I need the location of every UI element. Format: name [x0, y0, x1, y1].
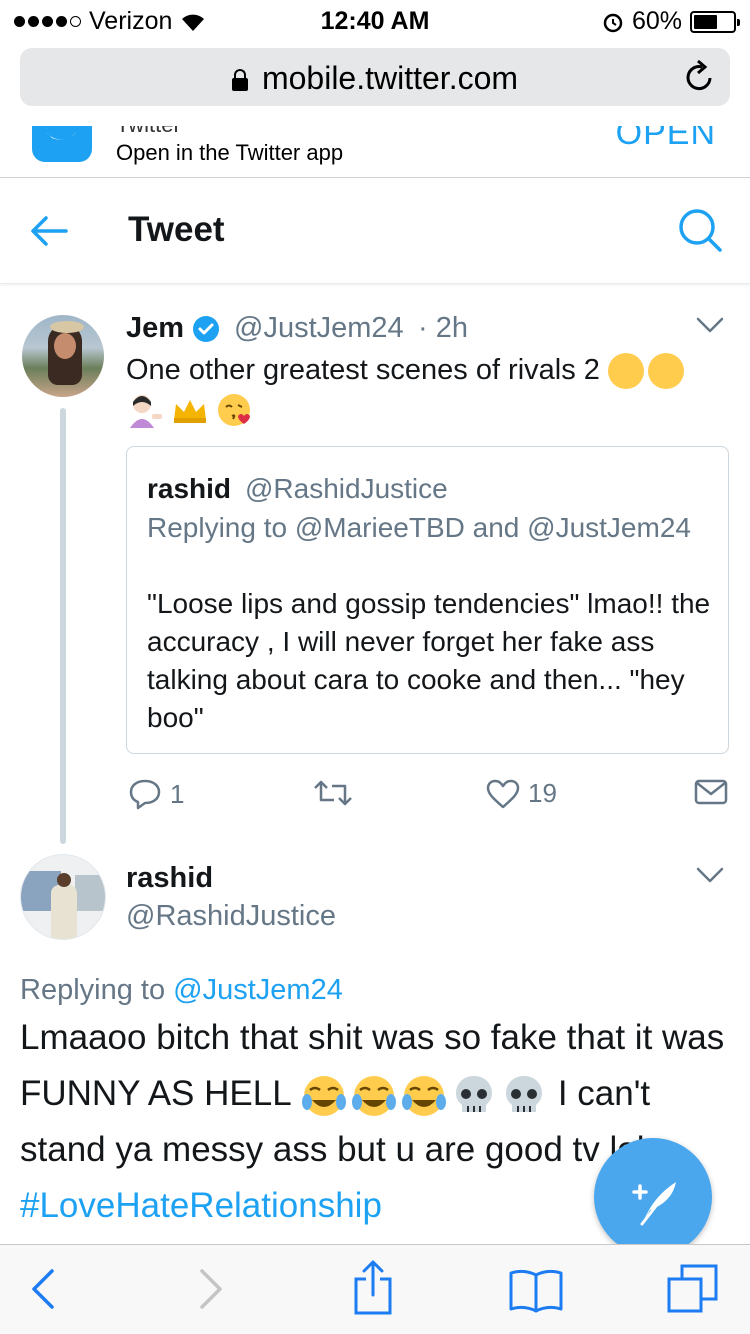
url-text: mobile.twitter.com: [261, 60, 519, 96]
like-count: 19: [528, 778, 557, 808]
verified-icon: [193, 316, 219, 342]
skull-emoji: [456, 1075, 493, 1112]
reload-icon[interactable]: [684, 60, 716, 94]
tweet-author-name[interactable]: Jem: [126, 312, 184, 345]
tabs-icon[interactable]: [666, 1263, 720, 1313]
kissing-heart-emoji: [218, 394, 250, 426]
woman-tipping-hand-emoji: [130, 395, 162, 428]
tweet-text-content: One other greatest scenes of rivals 2: [126, 354, 600, 386]
browser-toolbar: [0, 1244, 750, 1334]
safari-back-icon[interactable]: [28, 1267, 58, 1311]
compose-tweet-button[interactable]: [594, 1138, 712, 1256]
hashtag-link[interactable]: #LoveHateRelationship: [20, 1186, 382, 1225]
direct-message-button[interactable]: [694, 778, 728, 806]
emoji-row: [126, 392, 254, 428]
tears-of-joy-emoji: [402, 1075, 447, 1116]
bookmarks-icon[interactable]: [508, 1267, 564, 1313]
page-header: Tweet: [0, 180, 750, 284]
page-title: Tweet: [128, 210, 225, 249]
quoted-author-name: rashid: [147, 473, 232, 504]
replying-to-label: Replying to: [20, 974, 166, 1006]
quoted-author-handle: @RashidJustice: [245, 473, 448, 504]
share-icon[interactable]: [352, 1259, 394, 1315]
search-icon[interactable]: [676, 206, 724, 254]
tweet-actions: 1 19: [126, 778, 730, 818]
replying-to: Replying to @JustJem24: [20, 974, 343, 1007]
reply-icon: [129, 779, 161, 810]
avatar[interactable]: [20, 854, 106, 940]
battery-icon: [690, 10, 740, 33]
back-arrow-icon[interactable]: [28, 210, 70, 252]
url-display[interactable]: mobile.twitter.com: [20, 60, 730, 97]
chevron-down-icon[interactable]: [696, 866, 724, 884]
replying-to-handle[interactable]: @JustJem24: [173, 974, 343, 1006]
app-name: Twitter: [116, 126, 181, 138]
twitter-app-icon: [32, 126, 92, 162]
status-bar: Verizon 12:40 AM 60%: [0, 0, 750, 40]
tears-of-joy-emoji: [302, 1075, 347, 1116]
app-banner[interactable]: Twitter Open in the Twitter app OPEN: [0, 126, 750, 178]
avatar[interactable]: [22, 315, 104, 397]
alarm-icon: [603, 13, 623, 32]
reply-count: 1: [170, 778, 185, 809]
reply-button[interactable]: 1: [128, 778, 184, 810]
battery-area: 60%: [602, 7, 740, 36]
retweet-button[interactable]: [312, 778, 354, 808]
retweet-icon: [314, 780, 352, 806]
emoji-group: [300, 1072, 548, 1120]
safari-forward-icon[interactable]: [196, 1267, 226, 1311]
message-icon: [694, 779, 728, 805]
tweet-author-name[interactable]: rashid: [126, 862, 213, 895]
tweet-timestamp[interactable]: · 2h: [418, 312, 468, 345]
crown-emoji: [174, 400, 206, 423]
thread-line: [60, 408, 66, 844]
lock-icon: [231, 69, 248, 91]
address-bar[interactable]: mobile.twitter.com: [20, 48, 730, 106]
chevron-down-icon[interactable]: [696, 316, 724, 334]
skull-emoji: [506, 1075, 543, 1112]
like-icon: [486, 779, 520, 808]
like-button[interactable]: 19: [486, 778, 557, 809]
app-banner-subtitle: Open in the Twitter app: [116, 140, 344, 165]
blushing-face-emoji: [647, 353, 684, 390]
open-app-button[interactable]: OPEN: [616, 126, 716, 153]
battery-percent: 60%: [631, 7, 682, 35]
quoted-replying-to: Replying to @MarieeTBD and @JustJem24: [147, 512, 691, 543]
upside-down-face-emoji: [607, 353, 644, 390]
tweet-author-handle[interactable]: @JustJem24: [234, 312, 404, 345]
tweet-text: One other greatest scenes of rivals 2: [126, 351, 736, 390]
quoted-text: "Loose lips and gossip tendencies" lmao!…: [147, 588, 711, 733]
quoted-tweet[interactable]: rashid @RashidJustice Replying to @Marie…: [126, 446, 729, 754]
tweet-author-handle[interactable]: @RashidJustice: [126, 900, 336, 933]
compose-icon: [632, 1182, 676, 1226]
tears-of-joy-emoji: [352, 1075, 397, 1116]
